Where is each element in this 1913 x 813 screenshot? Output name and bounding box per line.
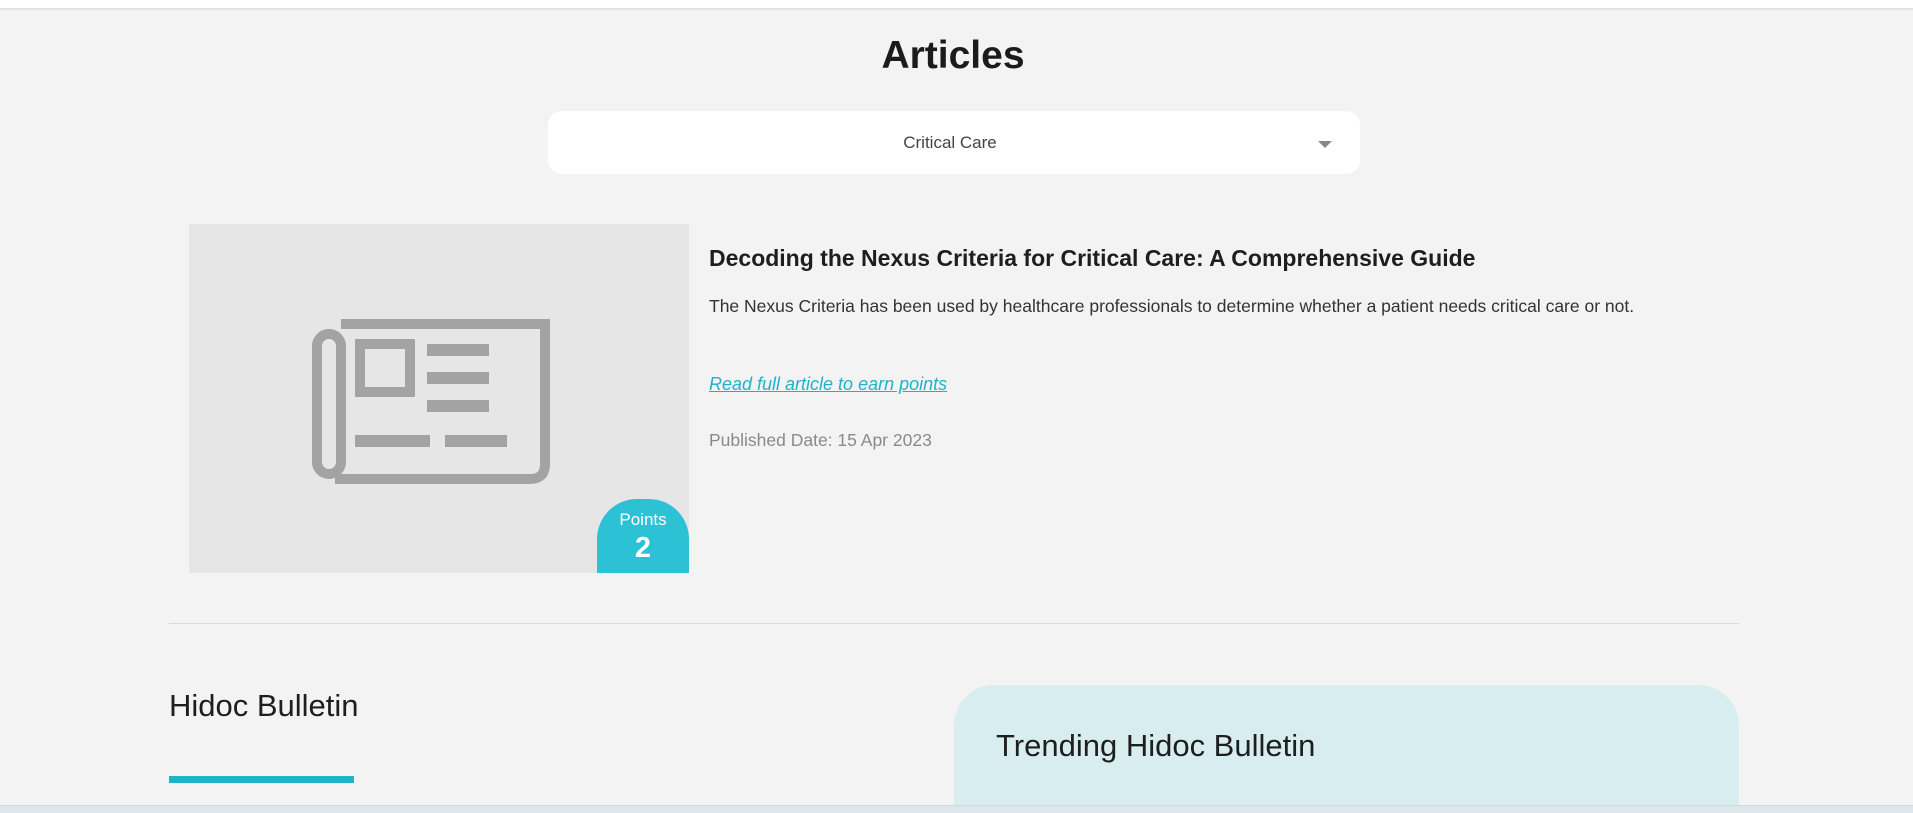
points-badge: Points 2	[597, 499, 689, 573]
published-date: Published Date: 15 Apr 2023	[709, 430, 932, 450]
bulletin-heading: Hidoc Bulletin	[169, 688, 359, 723]
top-header-edge	[0, 0, 1913, 10]
page: Articles Critical Care Points 2 Decoding…	[0, 0, 1913, 813]
points-value: 2	[634, 532, 652, 564]
article-title[interactable]: Decoding the Nexus Criteria for Critical…	[709, 245, 1475, 272]
category-dropdown-value: Critical Care	[903, 133, 997, 152]
bulletin-underline	[169, 776, 354, 783]
article-thumbnail[interactable]: Points 2	[189, 224, 689, 573]
category-dropdown[interactable]: Critical Care	[548, 111, 1360, 174]
page-title: Articles	[881, 34, 1025, 77]
section-divider	[169, 623, 1739, 624]
article-description: The Nexus Criteria has been used by heal…	[709, 296, 1635, 316]
trending-title: Trending Hidoc Bulletin	[996, 728, 1316, 763]
newspaper-icon	[312, 319, 550, 484]
bottom-scroll-edge	[0, 805, 1913, 813]
chevron-down-icon	[1318, 141, 1332, 148]
trending-bulletin-card: Trending Hidoc Bulletin	[954, 685, 1739, 813]
read-full-article-link[interactable]: Read full article to earn points	[709, 374, 947, 395]
points-label: Points	[619, 510, 667, 529]
